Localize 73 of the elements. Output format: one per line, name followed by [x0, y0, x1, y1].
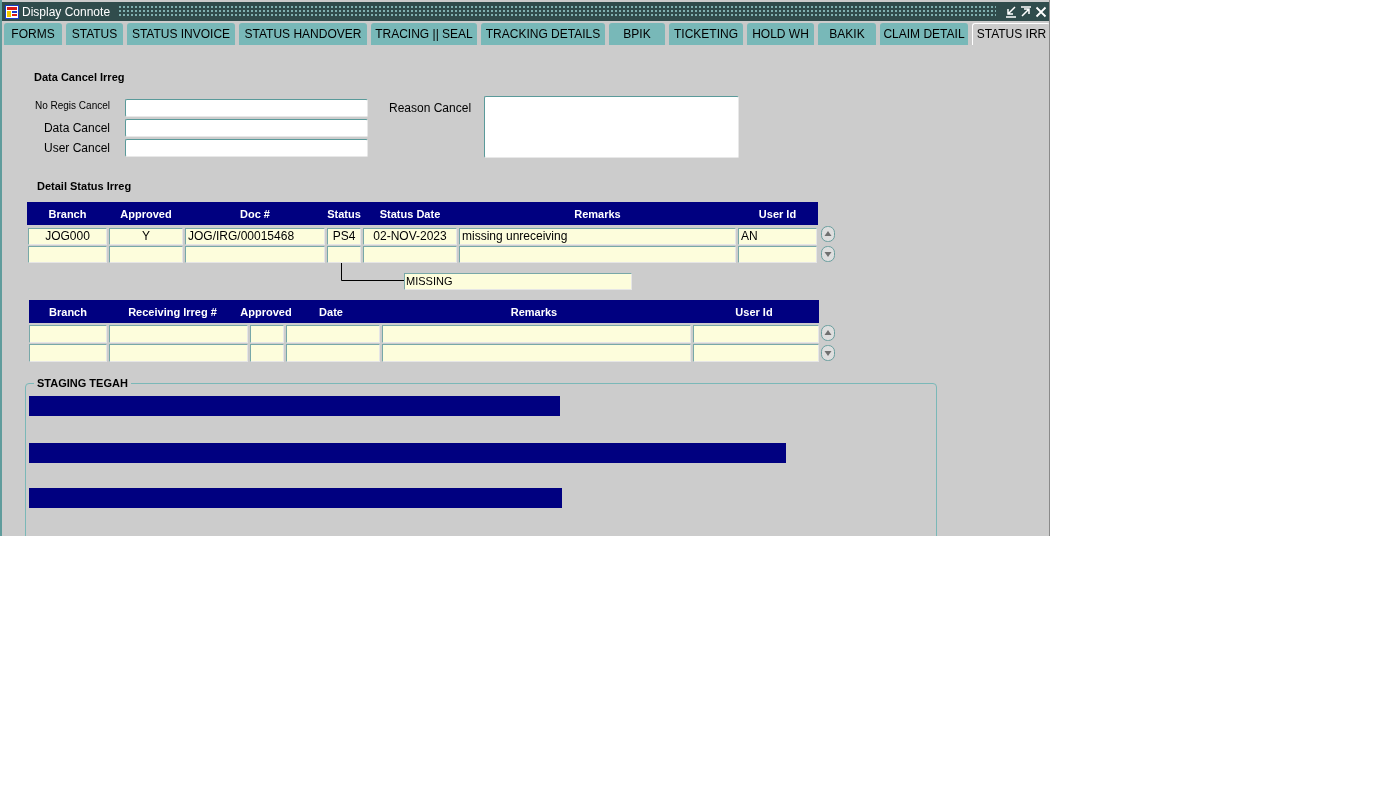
field-label: Data Cancel [42, 121, 110, 135]
group-title: STAGING TEGAH [34, 376, 131, 390]
table-cell[interactable]: 02-NOV-2023 [363, 228, 457, 245]
column-header: User Id [734, 305, 774, 318]
scroll-up-icon[interactable] [821, 325, 835, 341]
column-header: Status Date [378, 207, 442, 220]
tab[interactable]: TICKETING [669, 23, 743, 45]
tab[interactable]: STATUS INVOICE [127, 23, 235, 45]
close-icon[interactable] [1035, 5, 1047, 18]
table-cell[interactable] [109, 325, 248, 343]
tab[interactable]: BPIK [609, 23, 665, 45]
tab[interactable]: HOLD WH [747, 23, 814, 45]
tab[interactable]: TRACING || SEAL [371, 23, 477, 45]
table-cell[interactable] [29, 344, 107, 362]
table-cell[interactable]: missing unreceiving [459, 228, 736, 245]
table-cell[interactable] [693, 325, 819, 343]
table-cell[interactable] [382, 325, 691, 343]
column-header: Approved [119, 207, 173, 220]
scroll-down-icon[interactable] [821, 345, 835, 361]
table-cell[interactable] [459, 246, 736, 263]
table-cell[interactable] [286, 325, 380, 343]
tab[interactable]: STATUS IRR [972, 23, 1049, 45]
section-title: Detail Status Irreg [37, 179, 133, 193]
table-cell[interactable] [693, 344, 819, 362]
table-cell[interactable]: PS4 [327, 228, 361, 245]
window-title: Display Connote [22, 4, 111, 19]
table-cell[interactable] [327, 246, 361, 263]
app-icon [5, 4, 19, 19]
tab[interactable]: FORMS [4, 23, 62, 45]
input-field[interactable] [125, 99, 368, 117]
table-cell[interactable] [250, 344, 284, 362]
tab[interactable]: CLAIM DETAIL [880, 23, 968, 45]
column-header: Remarks [573, 207, 622, 220]
table-cell[interactable] [363, 246, 457, 263]
table-cell[interactable]: JOG/IRG/00015468 [185, 228, 325, 245]
column-header: Branch [47, 207, 88, 220]
table-cell[interactable] [738, 246, 817, 263]
column-header: Remarks [509, 305, 559, 318]
field-label: Reason Cancel [389, 101, 473, 115]
scroll-up-icon[interactable] [821, 226, 835, 242]
minimize-icon[interactable] [1005, 5, 1017, 18]
connector-line [341, 263, 404, 281]
table-cell[interactable]: Y [109, 228, 183, 245]
column-header: Approved [239, 305, 293, 318]
tab[interactable]: STATUS [66, 23, 123, 45]
table-cell[interactable] [109, 246, 183, 263]
table-cell[interactable] [28, 246, 107, 263]
hint-field: MISSING [404, 273, 632, 290]
tab[interactable]: TRACKING DETAILS [481, 23, 605, 45]
column-header: Branch [48, 305, 88, 318]
tab[interactable]: BAKIK [818, 23, 876, 45]
tab[interactable]: STATUS HANDOVER [239, 23, 367, 45]
column-header: User Id [757, 207, 798, 220]
field-label: User Cancel [42, 141, 110, 155]
table-cell[interactable]: AN [738, 228, 817, 245]
column-header: Doc # [239, 207, 271, 220]
column-header: Status [326, 207, 362, 220]
scroll-down-icon[interactable] [821, 246, 835, 262]
column-header: Date [318, 305, 344, 318]
table-cell[interactable] [29, 325, 107, 343]
table-cell[interactable] [286, 344, 380, 362]
maximize-icon[interactable] [1020, 5, 1032, 18]
table-cell[interactable] [185, 246, 325, 263]
input-field[interactable] [125, 119, 368, 137]
table-cell[interactable]: JOG000 [28, 228, 107, 245]
section-title: Data Cancel Irreg [34, 70, 126, 84]
table-cell[interactable] [109, 344, 248, 362]
input-field[interactable] [125, 139, 368, 157]
table-cell[interactable] [382, 344, 691, 362]
field-label: No Regis Cancel [33, 100, 110, 111]
table-cell[interactable] [250, 325, 284, 343]
text-area[interactable] [484, 96, 739, 158]
column-header: Receiving Irreg # [127, 305, 218, 318]
